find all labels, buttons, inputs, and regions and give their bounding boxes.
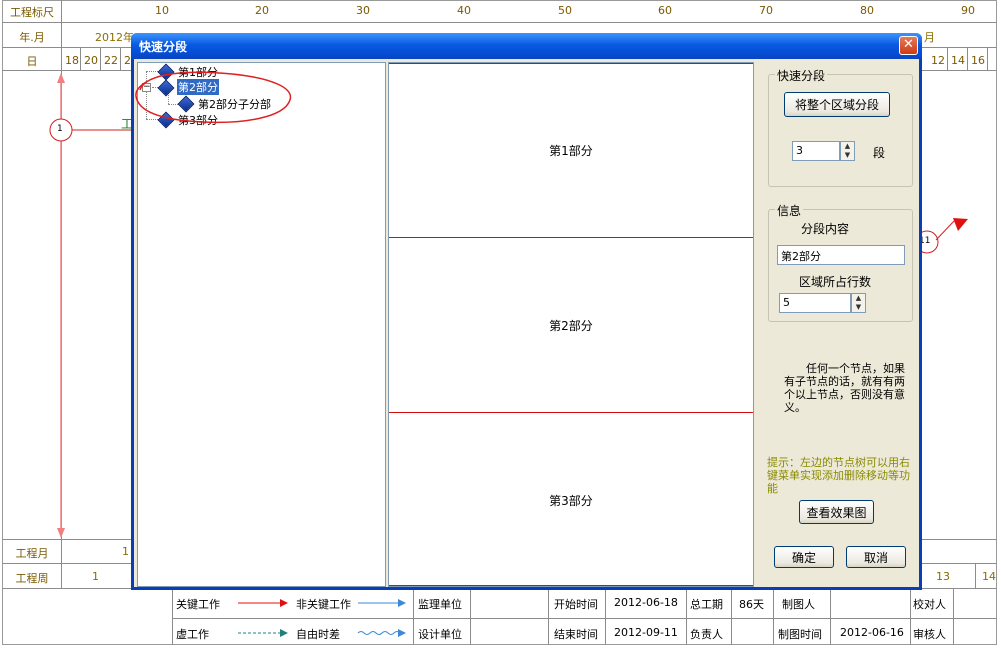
segment-label: 第3部分 — [549, 494, 593, 508]
total-duration-label: 总工期 — [690, 598, 723, 611]
close-button[interactable]: ✕ — [899, 36, 918, 55]
end-time-value: 2012-09-11 — [614, 626, 678, 639]
grid-line — [172, 588, 173, 645]
segment-preview: 第1部分 第2部分 第3部分 — [388, 62, 754, 587]
grid-line — [686, 588, 687, 645]
design-unit-label: 设计单位 — [418, 628, 462, 641]
group-title: 信息 — [775, 202, 804, 219]
virtual-arrow-head — [280, 629, 288, 637]
node-tree[interactable]: 第1部分 − 第2部分 第2部分子分部 第3部分 — [135, 62, 386, 587]
arrow-head-up — [57, 73, 65, 83]
responsible-label: 负责人 — [690, 628, 723, 641]
grid-line — [830, 588, 831, 645]
start-time-label: 开始时间 — [554, 598, 598, 611]
arrow-head-down — [57, 528, 65, 538]
area-rows-label: 区域所占行数 — [799, 275, 872, 289]
group-title: 快速分段 — [775, 67, 828, 84]
draw-time-label: 制图时间 — [778, 628, 822, 641]
start-time-value: 2012-06-18 — [614, 596, 678, 609]
grid-line — [731, 588, 732, 645]
grid-line — [953, 588, 954, 645]
legend-virtual-work: 虚工作 — [176, 628, 209, 641]
reviewer-label: 审核人 — [913, 628, 946, 641]
dialog-title: 快速分段 — [139, 40, 188, 54]
area-rows-input[interactable]: 5 — [779, 293, 851, 313]
checker-label: 校对人 — [913, 598, 946, 611]
node-1-label: 1 — [57, 124, 63, 134]
draw-time-value: 2012-06-16 — [840, 626, 904, 639]
segment-whole-area-button[interactable]: 将整个区域分段 — [784, 92, 890, 117]
grid-line — [605, 588, 606, 645]
segment-unit-label: 段 — [873, 146, 886, 160]
spin-up-icon[interactable]: ▲ — [841, 142, 854, 151]
legend-arrows — [238, 599, 406, 637]
node-note-text: 任何一个节点，如果有子节点的话，就有有两个以上节点，否则没有意义。 — [784, 362, 905, 414]
non-critical-arrow-head — [398, 599, 406, 607]
legend-critical-work: 关键工作 — [176, 598, 220, 611]
ok-button[interactable]: 确定 — [774, 546, 834, 568]
segment-content-label: 分段内容 — [801, 222, 850, 236]
cancel-button[interactable]: 取消 — [846, 546, 906, 568]
segment-divider — [389, 237, 753, 238]
dialog-title-bar[interactable]: 快速分段 ✕ — [131, 33, 922, 59]
segment-divider — [389, 412, 753, 413]
free-float-wave — [357, 631, 401, 635]
end-time-label: 结束时间 — [554, 628, 598, 641]
segment-label: 第2部分 — [549, 319, 593, 333]
free-float-arrow-head — [398, 629, 406, 637]
flag-icon — [953, 218, 968, 231]
spin-up-icon[interactable]: ▲ — [852, 294, 865, 303]
grid-line — [470, 588, 471, 645]
info-group: 信息 分段内容 第2部分 区域所占行数 5 ▲ ▼ — [768, 202, 913, 322]
spin-down-icon[interactable]: ▼ — [841, 151, 854, 160]
flag-pole — [935, 219, 956, 241]
drafter-label: 制图人 — [782, 598, 815, 611]
grid-line — [548, 588, 549, 645]
segment-content-input[interactable]: 第2部分 — [777, 245, 905, 265]
segment-divider — [389, 63, 753, 64]
grid-line — [413, 588, 414, 645]
segment-divider — [389, 585, 753, 586]
grid-line — [773, 588, 774, 645]
quick-segment-group: 快速分段 将整个区域分段 3 ▲ ▼ 段 — [768, 67, 913, 187]
quick-segment-dialog: 快速分段 ✕ 第1部分 − 第2部分 第2部分子分部 第3部分 第1部分 第2部… — [131, 33, 922, 590]
total-duration-value: 86天 — [739, 598, 764, 611]
hint-text: 提示：左边的节点树可以用右键菜单实现添加删除移动等功能 — [767, 456, 910, 495]
critical-arrow-head — [280, 599, 288, 607]
supervision-unit-label: 监理单位 — [418, 598, 462, 611]
segment-count-input[interactable]: 3 — [792, 141, 840, 161]
segment-label: 第1部分 — [549, 144, 593, 158]
spin-down-icon[interactable]: ▼ — [852, 303, 865, 312]
close-icon: ✕ — [903, 37, 914, 52]
view-effect-button[interactable]: 查看效果图 — [799, 500, 874, 524]
segment-count-spinner[interactable]: ▲ ▼ — [840, 141, 855, 161]
area-rows-spinner[interactable]: ▲ ▼ — [851, 293, 866, 313]
highlight-circle — [135, 71, 292, 124]
grid-line — [910, 588, 911, 645]
